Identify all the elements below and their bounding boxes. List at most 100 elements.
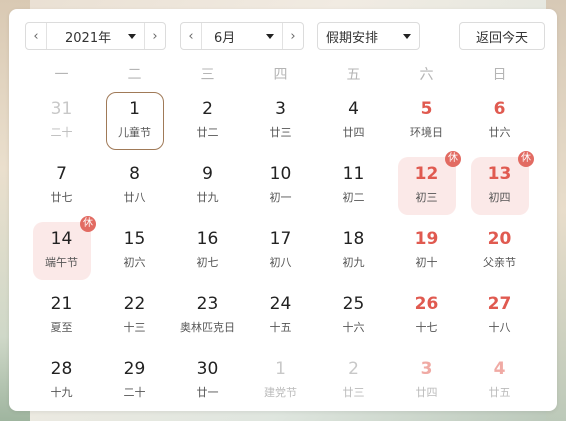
day-cell[interactable]: 9 廿九 — [171, 157, 244, 222]
day-cell[interactable]: 6 廿六 — [463, 92, 536, 157]
weekday-label: 二 — [127, 67, 142, 83]
day-cell[interactable]: 18 初九 — [317, 222, 390, 287]
day-number: 24 — [269, 294, 292, 314]
day-number: 13 — [487, 164, 512, 184]
chevron-right-icon: › — [152, 28, 158, 44]
day-number: 22 — [123, 294, 146, 314]
holiday-selector[interactable]: 假期安排 — [317, 22, 420, 50]
day-number: 4 — [348, 99, 359, 119]
next-month-button[interactable]: › — [282, 23, 303, 49]
day-cell[interactable]: 休 14 端午节 — [25, 216, 98, 287]
weekday-label: 日 — [492, 67, 507, 83]
day-cell[interactable]: 10 初一 — [244, 157, 317, 222]
day-number: 5 — [420, 99, 433, 119]
day-cell[interactable]: 17 初八 — [244, 222, 317, 287]
day-subtext: 廿三 — [342, 386, 365, 399]
day-cell[interactable]: 27 十八 — [463, 287, 536, 352]
day-subtext: 初九 — [342, 256, 365, 269]
day-subtext: 廿二 — [196, 126, 219, 139]
caret-down-icon — [403, 33, 411, 39]
day-number: 3 — [275, 99, 286, 119]
day-number: 18 — [342, 229, 365, 249]
day-number: 26 — [414, 294, 439, 314]
holiday-dropdown[interactable]: 假期安排 — [318, 23, 419, 49]
day-subtext: 初四 — [488, 191, 511, 204]
day-subtext: 十八 — [488, 321, 511, 334]
day-subtext: 廿九 — [196, 191, 219, 204]
day-cell[interactable]: 7 廿七 — [25, 157, 98, 222]
day-subtext: 父亲节 — [483, 256, 516, 269]
day-subtext: 十五 — [269, 321, 292, 334]
year-value: 2021年 — [65, 30, 112, 46]
calendar-toolbar: ‹ 2021年 › ‹ 6月 › 假期安排 返回今天 — [25, 22, 545, 52]
day-number: 1 — [275, 359, 286, 379]
day-cell[interactable]: 15 初六 — [98, 222, 171, 287]
day-subtext: 初六 — [123, 256, 146, 269]
day-number: 14 — [50, 229, 73, 249]
weekday-label: 三 — [200, 67, 215, 83]
month-dropdown[interactable]: 6月 — [202, 23, 282, 49]
day-cell[interactable]: 5 环境日 — [390, 92, 463, 157]
day-cell[interactable]: 22 十三 — [98, 287, 171, 352]
rest-badge: 休 — [445, 151, 461, 167]
day-number: 6 — [493, 99, 506, 119]
year-selector: ‹ 2021年 › — [25, 22, 166, 50]
day-number: 9 — [202, 164, 213, 184]
day-cell[interactable]: 23 奥林匹克日 — [171, 287, 244, 352]
day-subtext: 廿六 — [488, 126, 511, 139]
day-number: 25 — [342, 294, 365, 314]
day-cell[interactable]: 26 十七 — [390, 287, 463, 352]
day-cell[interactable]: 16 初七 — [171, 222, 244, 287]
day-subtext: 初八 — [269, 256, 292, 269]
day-subtext: 廿八 — [123, 191, 146, 204]
day-cell[interactable]: 4 廿五 — [463, 352, 536, 417]
day-subtext: 初二 — [342, 191, 365, 204]
day-cell[interactable]: 3 廿三 — [244, 92, 317, 157]
day-cell[interactable]: 25 十六 — [317, 287, 390, 352]
day-cell[interactable]: 11 初二 — [317, 157, 390, 222]
day-subtext: 二十 — [123, 386, 146, 399]
day-subtext: 建党节 — [264, 386, 297, 399]
day-cell[interactable]: 2 廿三 — [317, 352, 390, 417]
day-subtext: 初一 — [269, 191, 292, 204]
day-subtext: 廿一 — [196, 386, 219, 399]
day-number: 27 — [487, 294, 512, 314]
day-cell[interactable]: 30 廿一 — [171, 352, 244, 417]
day-cell[interactable]: 8 廿八 — [98, 157, 171, 222]
day-cell[interactable]: 3 廿四 — [390, 352, 463, 417]
prev-month-button[interactable]: ‹ — [181, 23, 202, 49]
day-subtext: 初七 — [196, 256, 219, 269]
day-cell[interactable]: 休 13 初四 — [463, 151, 536, 222]
day-grid: 31 二十 1 儿童节 2 廿二 3 廿三 4 廿四 5 环境日 6 廿六 7 廿七 8 廿八 9 廿九 10 初一 11 初… — [25, 92, 537, 417]
year-dropdown[interactable]: 2021年 — [47, 23, 144, 49]
day-subtext: 十九 — [50, 386, 73, 399]
day-cell[interactable]: 1 建党节 — [244, 352, 317, 417]
day-number: 2 — [202, 99, 213, 119]
day-cell[interactable]: 1 儿童节 — [98, 92, 171, 157]
chevron-right-icon: › — [290, 28, 296, 44]
prev-year-button[interactable]: ‹ — [26, 23, 47, 49]
day-number: 12 — [414, 164, 439, 184]
day-number: 2 — [348, 359, 359, 379]
day-cell[interactable]: 28 十九 — [25, 352, 98, 417]
day-cell[interactable]: 4 廿四 — [317, 92, 390, 157]
day-cell[interactable]: 19 初十 — [390, 222, 463, 287]
day-subtext: 儿童节 — [118, 126, 151, 139]
day-cell[interactable]: 休 12 初三 — [390, 151, 463, 222]
day-cell[interactable]: 29 二十 — [98, 352, 171, 417]
day-number: 4 — [493, 359, 506, 379]
day-cell[interactable]: 2 廿二 — [171, 92, 244, 157]
day-number: 8 — [129, 164, 140, 184]
next-year-button[interactable]: › — [144, 23, 165, 49]
month-selector: ‹ 6月 › — [180, 22, 304, 50]
day-subtext: 十七 — [415, 321, 438, 334]
day-number: 16 — [196, 229, 219, 249]
day-cell[interactable]: 31 二十 — [25, 92, 98, 157]
day-subtext: 夏至 — [50, 321, 73, 334]
calendar-panel: ‹ 2021年 › ‹ 6月 › 假期安排 返回今天 一 二 三 四 五 六 日… — [9, 9, 557, 411]
day-cell[interactable]: 24 十五 — [244, 287, 317, 352]
back-to-today-button[interactable]: 返回今天 — [459, 22, 545, 50]
weekday-header: 一 二 三 四 五 六 日 — [25, 64, 537, 84]
day-cell[interactable]: 20 父亲节 — [463, 222, 536, 287]
day-cell[interactable]: 21 夏至 — [25, 287, 98, 352]
